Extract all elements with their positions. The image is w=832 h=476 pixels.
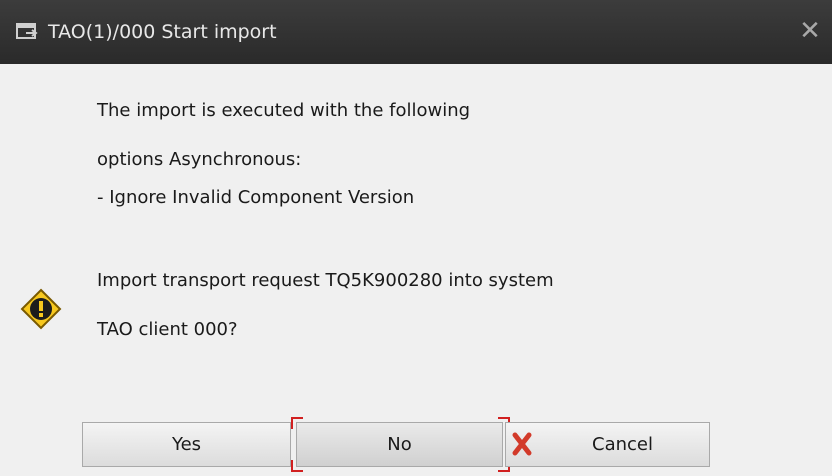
no-button[interactable]: No (296, 422, 503, 467)
warning-icon (20, 288, 62, 330)
message-line-3: - Ignore Invalid Component Version (97, 187, 415, 208)
dialog-titlebar: TAO(1)/000 Start import ✕ (0, 0, 832, 64)
no-button-label: No (387, 434, 412, 455)
message-line-1: The import is executed with the followin… (97, 100, 471, 121)
window-icon (16, 23, 38, 39)
cancel-button[interactable]: Cancel (505, 422, 710, 467)
focus-indicator-bl (291, 460, 303, 472)
close-button[interactable]: ✕ (796, 14, 824, 48)
yes-button[interactable]: Yes (82, 422, 291, 467)
focus-indicator-tl (291, 417, 303, 429)
message-line-2: options Asynchronous: (97, 149, 302, 170)
dialog-content: The import is executed with the followin… (0, 64, 832, 476)
cancel-button-label: Cancel (592, 434, 653, 455)
close-icon: ✕ (799, 16, 821, 46)
message-line-4: Import transport request TQ5K900280 into… (97, 270, 554, 291)
red-x-icon (512, 432, 532, 456)
yes-button-label: Yes (171, 434, 202, 455)
message-line-5: TAO client 000? (97, 319, 238, 340)
dialog-title: TAO(1)/000 Start import (48, 21, 277, 43)
